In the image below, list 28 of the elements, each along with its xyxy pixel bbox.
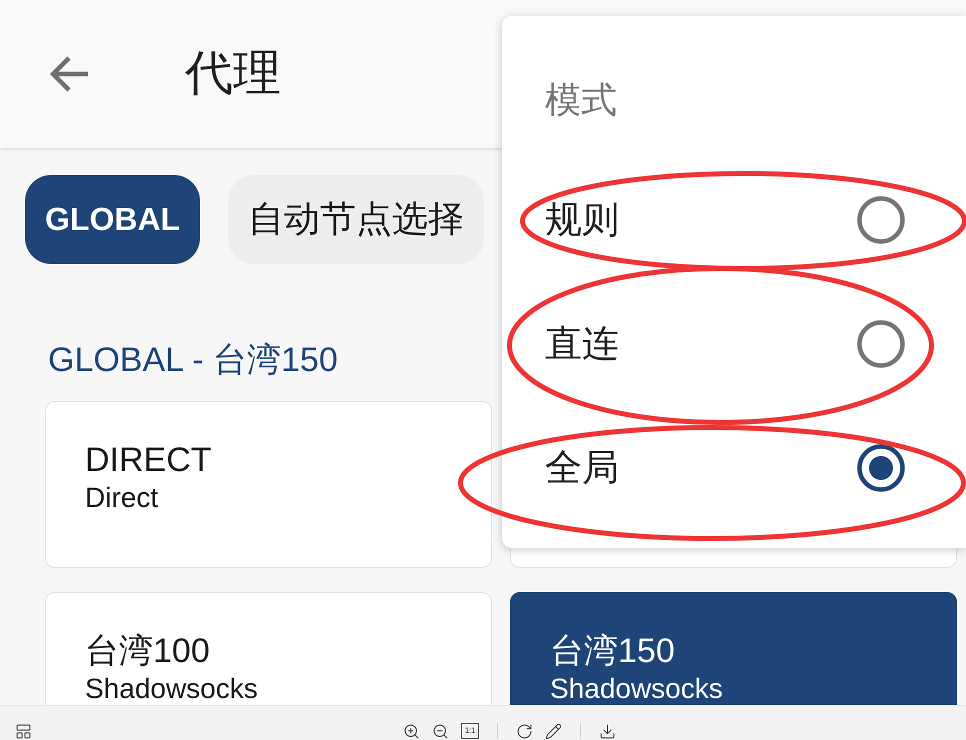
back-arrow-icon[interactable] xyxy=(50,54,90,94)
proxy-card[interactable]: 台湾150 Shadowsocks xyxy=(510,592,957,705)
radio-icon[interactable] xyxy=(857,320,905,368)
zoom-in-icon[interactable] xyxy=(403,723,420,740)
proxy-type: Shadowsocks xyxy=(550,673,723,704)
zoom-out-icon[interactable] xyxy=(432,723,449,740)
mode-option[interactable]: 直连 xyxy=(502,282,966,406)
group-chip[interactable]: 自动节点选择 xyxy=(228,175,484,264)
mode-option[interactable]: 全局 xyxy=(502,406,966,530)
radio-icon[interactable] xyxy=(857,444,905,492)
pencil-icon[interactable] xyxy=(545,723,562,740)
mode-option[interactable]: 规则 xyxy=(502,158,966,282)
actual-size-button[interactable]: 1:1 xyxy=(461,723,479,739)
proxy-name: 台湾100 xyxy=(85,633,210,669)
proxy-card[interactable]: DIRECT Direct xyxy=(45,401,492,568)
proxy-name: DIRECT xyxy=(85,442,212,478)
page-title: 代理 xyxy=(185,46,281,102)
radio-icon[interactable] xyxy=(857,196,905,244)
layout-icon[interactable] xyxy=(15,723,32,740)
proxy-type: Shadowsocks xyxy=(85,673,258,704)
menu-title: 模式 xyxy=(545,79,617,120)
group-chip[interactable]: GLOBAL xyxy=(25,175,200,264)
proxy-type: Direct xyxy=(85,482,158,513)
section-title: GLOBAL - 台湾150 xyxy=(48,340,338,380)
download-icon[interactable] xyxy=(599,723,616,740)
rotate-icon[interactable] xyxy=(516,723,533,740)
proxy-name: 台湾150 xyxy=(550,633,675,669)
proxy-card[interactable]: 台湾100 Shadowsocks xyxy=(45,592,492,705)
